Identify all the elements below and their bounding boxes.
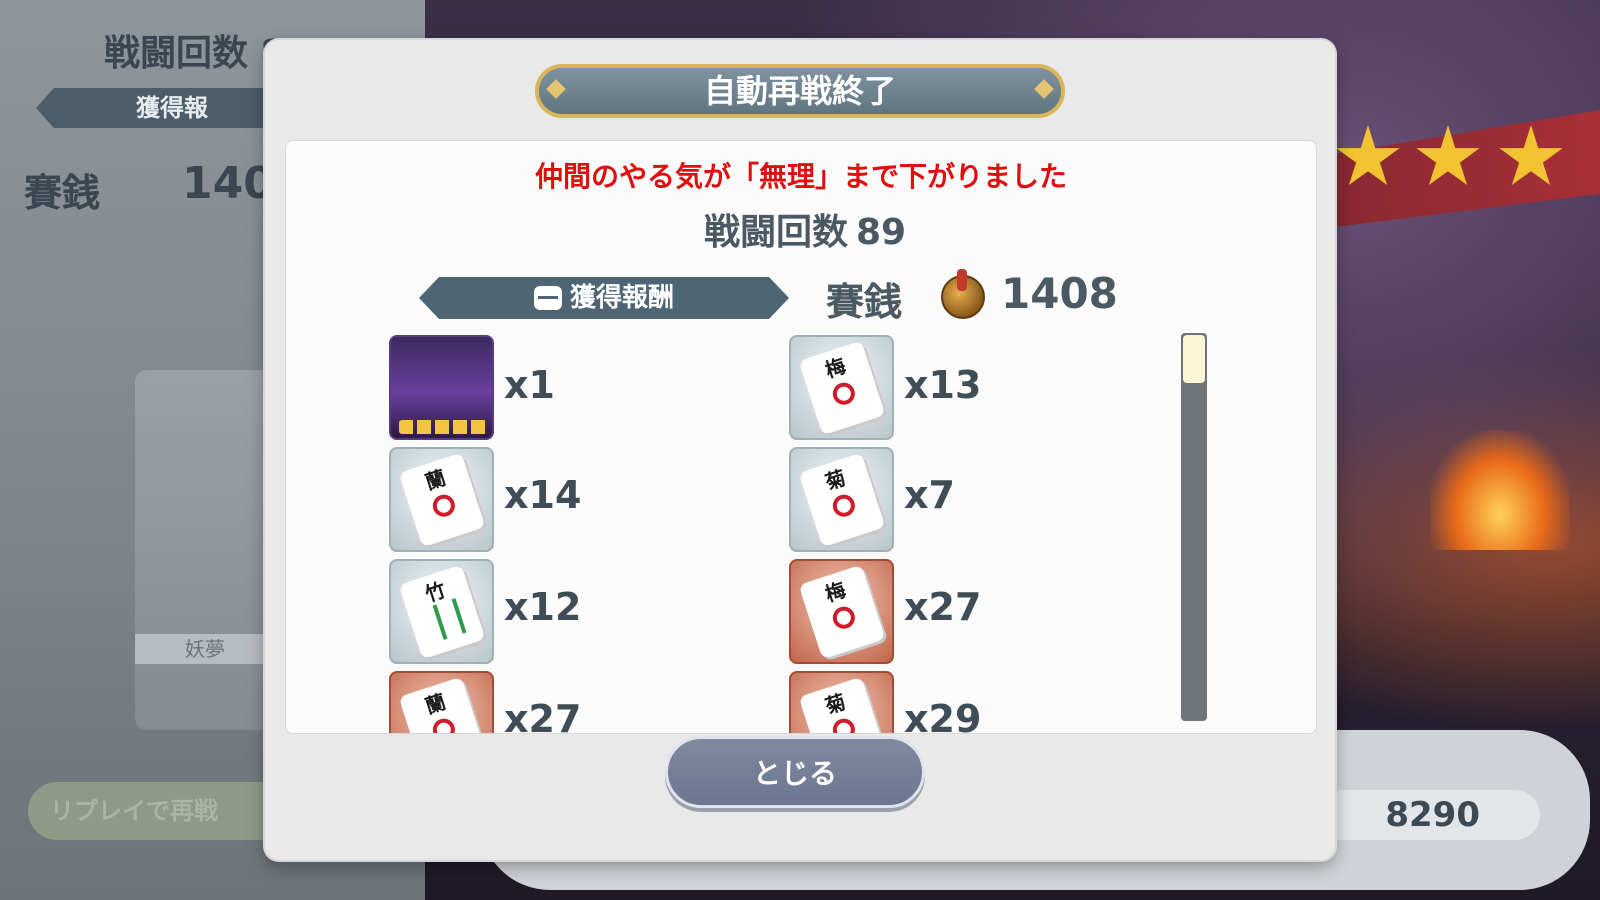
mahjong-tile-ran-copper-icon[interactable]: 蘭 [389,671,494,733]
reward-list-scrollbar[interactable] [1181,333,1207,721]
tile-face: 梅 [798,564,886,660]
background-reward-banner: 獲得報 [36,88,276,128]
coin-label: 賽銭 [826,280,903,324]
reward-quantity: x1 [504,363,555,407]
diamond-ornament-icon [546,79,566,99]
flower-icon [429,491,458,520]
reward-quantity: x27 [504,697,582,734]
coin-value: 1408 [1001,269,1118,318]
battle-count: 戦闘回数 89 [286,203,1316,255]
flower-icon [829,603,858,632]
reward-quantity: x13 [904,363,982,407]
flower-icon [829,715,858,733]
background-coin-value: 140 [182,158,274,209]
rarity-stars-icon [399,420,487,434]
result-panel: 仲間のやる気が「無理」まで下がりました 戦闘回数 89 獲得報酬 賽銭 1408 … [285,140,1317,734]
battle-count-label: 戦闘回数 [703,212,848,253]
background-bonfire [1430,430,1570,550]
tile-glyph: 梅 [822,353,849,383]
diamond-ornament-icon [1034,79,1054,99]
mahjong-tile-kiku-silver-icon[interactable]: 菊 [789,447,894,552]
auto-battle-result-dialog: 自動再戦終了 仲間のやる気が「無理」まで下がりました 戦闘回数 89 獲得報酬 賽… [265,40,1335,860]
bamboo-icon [432,598,467,640]
tile-face: 菊 [798,676,886,733]
background-coin-label: 賽銭 [24,171,101,215]
reward-quantity: x12 [504,585,582,629]
tile-glyph: 菊 [822,465,849,495]
tile-glyph: 梅 [822,577,849,607]
tile-face: 竹 [398,564,486,660]
mahjong-tile-ran-silver-icon[interactable]: 蘭 [389,447,494,552]
tile-face: 蘭 [398,452,486,548]
mahjong-tile-take-silver-icon[interactable]: 竹 [389,559,494,664]
tile-glyph: 蘭 [422,689,449,719]
tile-face: 梅 [798,340,886,436]
character-card-icon[interactable] [389,335,494,440]
tile-glyph: 菊 [822,689,849,719]
reward-quantity: x29 [904,697,982,734]
treasure-chest-icon [534,286,562,310]
scrollbar-thumb[interactable] [1183,335,1205,383]
mahjong-tile-kiku-copper-icon[interactable]: 菊 [789,671,894,733]
reward-quantity: x14 [504,473,582,517]
mahjong-tile-ume-silver-icon[interactable]: 梅 [789,335,894,440]
reward-header: 獲得報酬 [419,277,789,319]
flower-icon [429,715,458,733]
tile-face: 蘭 [398,676,486,733]
close-button[interactable]: とじる [665,736,925,808]
tile-glyph: 蘭 [422,465,449,495]
tile-face: 菊 [798,452,886,548]
reward-quantity: x7 [904,473,955,517]
mahjong-tile-ume-copper-icon[interactable]: 梅 [789,559,894,664]
reward-quantity: x27 [904,585,982,629]
reward-header-label: 獲得報酬 [569,283,674,313]
flower-icon [829,491,858,520]
motivation-warning: 仲間のやる気が「無理」まで下がりました [534,160,1067,193]
flower-icon [829,379,858,408]
dialog-title-plate: 自動再戦終了 [535,64,1065,118]
background-character-card [135,370,275,730]
dialog-title: 自動再戦終了 [703,72,896,110]
offering-coin-icon [941,269,985,319]
battle-count-value: 89 [855,212,907,253]
background-character-name: 妖夢 [135,634,275,664]
